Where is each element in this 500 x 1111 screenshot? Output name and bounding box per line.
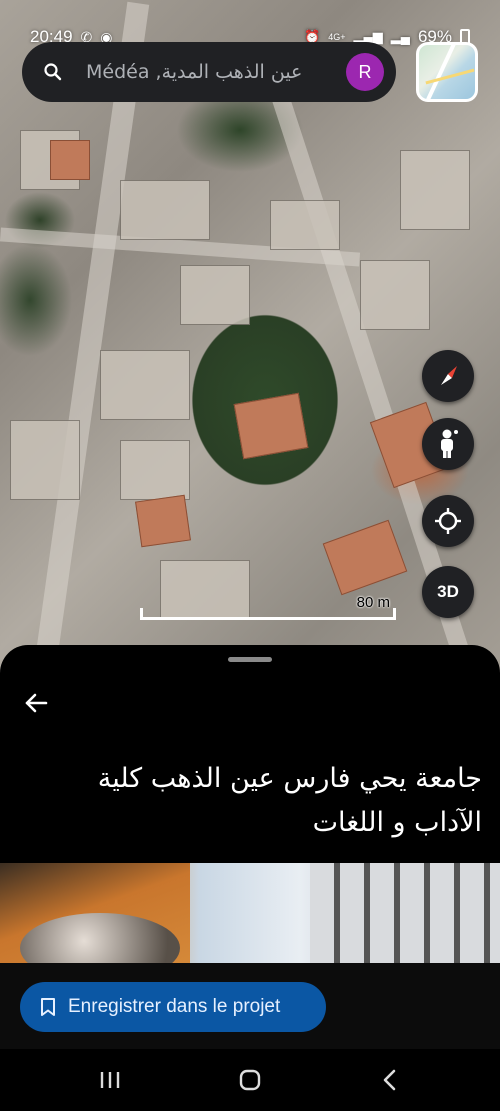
network-label: 4G+ [328,32,346,42]
map-building [120,180,210,240]
photo-building [310,863,500,968]
map-building [180,265,250,325]
map-scale-bar: 80 m [140,594,396,620]
scale-tick [393,608,396,620]
avatar[interactable]: R [346,53,384,91]
map-layers-button[interactable] [416,42,478,102]
sheet-drag-handle[interactable] [228,657,272,662]
system-back-button[interactable] [373,1064,407,1096]
back-button[interactable] [20,687,52,719]
map-building-roof [322,519,408,596]
place-photo[interactable] [0,863,500,968]
map-road [32,1,150,679]
compass-button[interactable] [422,350,474,402]
place-title: جامعة يحي فارس عين الذهب كلية الآداب و ا… [97,763,482,838]
home-icon [239,1069,261,1091]
map-building-roof [50,140,90,180]
scale-line [140,617,396,620]
action-bar: Enregistrer dans le projet [0,963,500,1049]
chevron-left-icon [383,1069,396,1091]
place-bottom-sheet[interactable]: جامعة يحي فارس عين الذهب كلية الآداب و ا… [0,645,500,863]
toggle-3d-button[interactable]: 3D [422,566,474,618]
pegman-icon [441,429,458,458]
map-building-roof [135,494,191,548]
layer-thumb-road [425,68,475,85]
map-building [400,150,470,230]
map-building [100,350,190,420]
search-query[interactable]: Médéa ,عين الذهب المدية [86,61,346,83]
my-location-button[interactable] [422,495,474,547]
my-location-icon [435,508,461,534]
map-building [270,200,340,250]
search-icon [42,61,64,83]
home-button[interactable] [233,1064,267,1096]
layer-thumb-road [422,45,456,99]
compass-icon [441,366,457,385]
save-to-project-label: Enregistrer dans le projet [68,996,281,1017]
map-building [10,420,80,500]
map-building [360,260,430,330]
arrow-back-icon [25,693,48,713]
save-to-project-button[interactable]: Enregistrer dans le projet [20,982,326,1032]
scale-tick [140,608,143,620]
signal-icon: ▂▄ [390,29,410,44]
search-bar[interactable]: Médéa ,عين الذهب المدية R [22,42,396,102]
recent-apps-icon [100,1072,120,1088]
recent-apps-button[interactable] [93,1064,127,1096]
bookmark-icon [41,998,55,1016]
street-view-pegman-button[interactable] [422,418,474,470]
map-building [120,440,190,500]
system-nav-bar [0,1049,500,1111]
map-building-roof [233,392,309,460]
toggle-3d-label: 3D [437,582,459,601]
scale-label: 80 m [356,594,390,611]
